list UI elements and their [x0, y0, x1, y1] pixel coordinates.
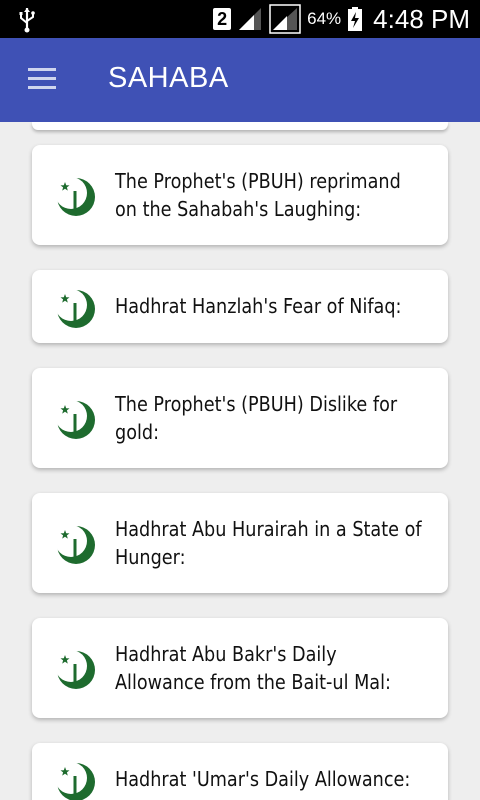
crescent-mosque-icon	[55, 177, 95, 216]
signal-icon	[239, 8, 262, 30]
page-title: SAHABA	[108, 62, 229, 94]
crescent-mosque-icon	[55, 525, 95, 564]
item-title-line-2: Allowance from the Bait-ul Mal:	[115, 670, 391, 694]
topic-list[interactable]: The Prophet's (PBUH) reprimand on the Sa…	[0, 122, 480, 800]
crescent-mosque-icon	[55, 289, 95, 328]
list-item[interactable]: Hadhrat 'Umar's Daily Allowance:	[32, 743, 448, 800]
list-item[interactable]: Hadhrat Hanzlah's Fear of Nifaq:	[32, 270, 448, 343]
clock: 4:48 PM	[373, 3, 470, 34]
item-title-line-1: Hadhrat 'Umar's Daily Allowance:	[115, 767, 411, 791]
list-item[interactable]: Hadhrat Abu Hurairah in a State of Hunge…	[32, 493, 448, 593]
crescent-mosque-icon	[55, 400, 95, 439]
item-title-line-1: The Prophet's (PBUH) reprimand	[115, 169, 401, 193]
battery-percent: 64%	[307, 9, 342, 28]
status-bar: 2 64% 4:48 PM	[0, 0, 480, 38]
list-item[interactable]: The Prophet's (PBUH) Dislike for gold:	[32, 368, 448, 468]
item-title-line-2: on the Sahabah's Laughing:	[115, 197, 362, 221]
list-item[interactable]: Hadhrat Abu Bakr's Daily Allowance from …	[32, 618, 448, 718]
crescent-mosque-icon	[55, 650, 95, 689]
crescent-mosque-icon	[55, 762, 95, 800]
menu-icon[interactable]	[28, 68, 56, 90]
usb-icon	[19, 8, 35, 33]
item-title-line-1: Hadhrat Abu Bakr's Daily	[115, 642, 337, 666]
battery-charging-icon	[348, 7, 363, 31]
item-title-line-1: Hadhrat Hanzlah's Fear of Nifaq:	[115, 294, 402, 318]
app-bar: SAHABA	[0, 38, 480, 122]
item-title-line-1: Hadhrat Abu Hurairah in a State of	[115, 517, 422, 541]
list-item[interactable]: The Prophet's (PBUH) reprimand on the Sa…	[32, 145, 448, 245]
item-title-line-1: The Prophet's (PBUH) Dislike for	[115, 392, 398, 416]
signal-icon-secondary	[269, 4, 301, 34]
item-title-line-2: Hunger:	[115, 545, 186, 569]
item-title-line-2: gold:	[115, 420, 160, 444]
previous-card-edge	[32, 122, 448, 130]
sim-slot-badge: 2	[213, 8, 232, 30]
